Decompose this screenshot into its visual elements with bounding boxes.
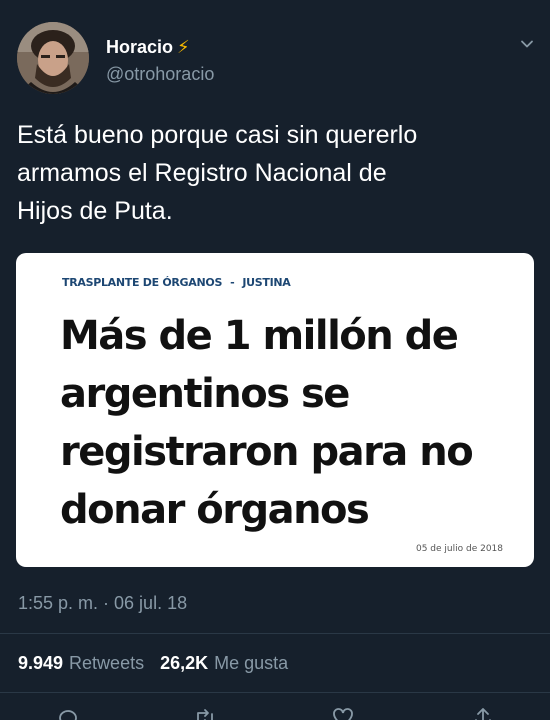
tweet-text-line: Está bueno porque casi sin quererlo [17,121,418,149]
chevron-down-icon[interactable] [520,37,534,51]
like-icon[interactable] [331,706,355,720]
tweet-actions [0,706,550,720]
tweet-text-line: armamos el Registro Nacional de [17,159,387,187]
headline-line: argentinos se [60,371,350,417]
user-name-text: Horacio [106,37,174,57]
tweet-text-line: Hijos de Puta. [17,197,173,225]
kicker-section: TRASPLANTE DE ÓRGANOS [62,276,223,289]
divider [0,633,550,634]
kicker-topic: JUSTINA [242,276,291,289]
retweet-icon[interactable] [193,706,217,720]
user-display-name[interactable]: Horacio ⚡ [106,37,190,58]
tweet-header: Horacio ⚡ @otrohoracio [17,22,537,102]
retweets-label: Retweets [69,653,145,673]
likes-stat[interactable]: 26,2K Me gusta [160,653,288,673]
tweet-text: Está bueno porque casi sin quererlo arma… [17,116,537,230]
headline-line: donar órganos [60,487,370,533]
share-icon[interactable] [471,706,495,720]
user-handle[interactable]: @otrohoracio [106,64,214,85]
attached-image-card[interactable]: TRASPLANTE DE ÓRGANOS - JUSTINA Más de 1 m… [16,253,534,567]
avatar[interactable] [17,22,89,94]
retweets-count: 9.949 [18,653,64,673]
avatar-image [17,22,89,94]
likes-label: Me gusta [214,653,289,673]
reply-icon[interactable] [56,706,80,720]
divider [0,692,550,693]
article-headline: Más de 1 millón de argentinos se registr… [60,307,520,539]
tweet-timestamp[interactable]: 1:55 p. m. · 06 jul. 18 [18,593,187,614]
engagement-stats: 9.949 Retweets 26,2K Me gusta [18,653,288,674]
article-date: 05 de julio de 2018 [415,544,503,554]
likes-count: 26,2K [160,653,209,673]
headline-line: registraron para no [60,429,474,475]
retweets-stat[interactable]: 9.949 Retweets [18,653,144,673]
lightning-bolt-icon: ⚡ [177,37,190,57]
article-kicker: TRASPLANTE DE ÓRGANOS - JUSTINA [62,276,291,289]
kicker-separator: - [230,276,235,289]
headline-line: Más de 1 millón de [60,313,459,359]
